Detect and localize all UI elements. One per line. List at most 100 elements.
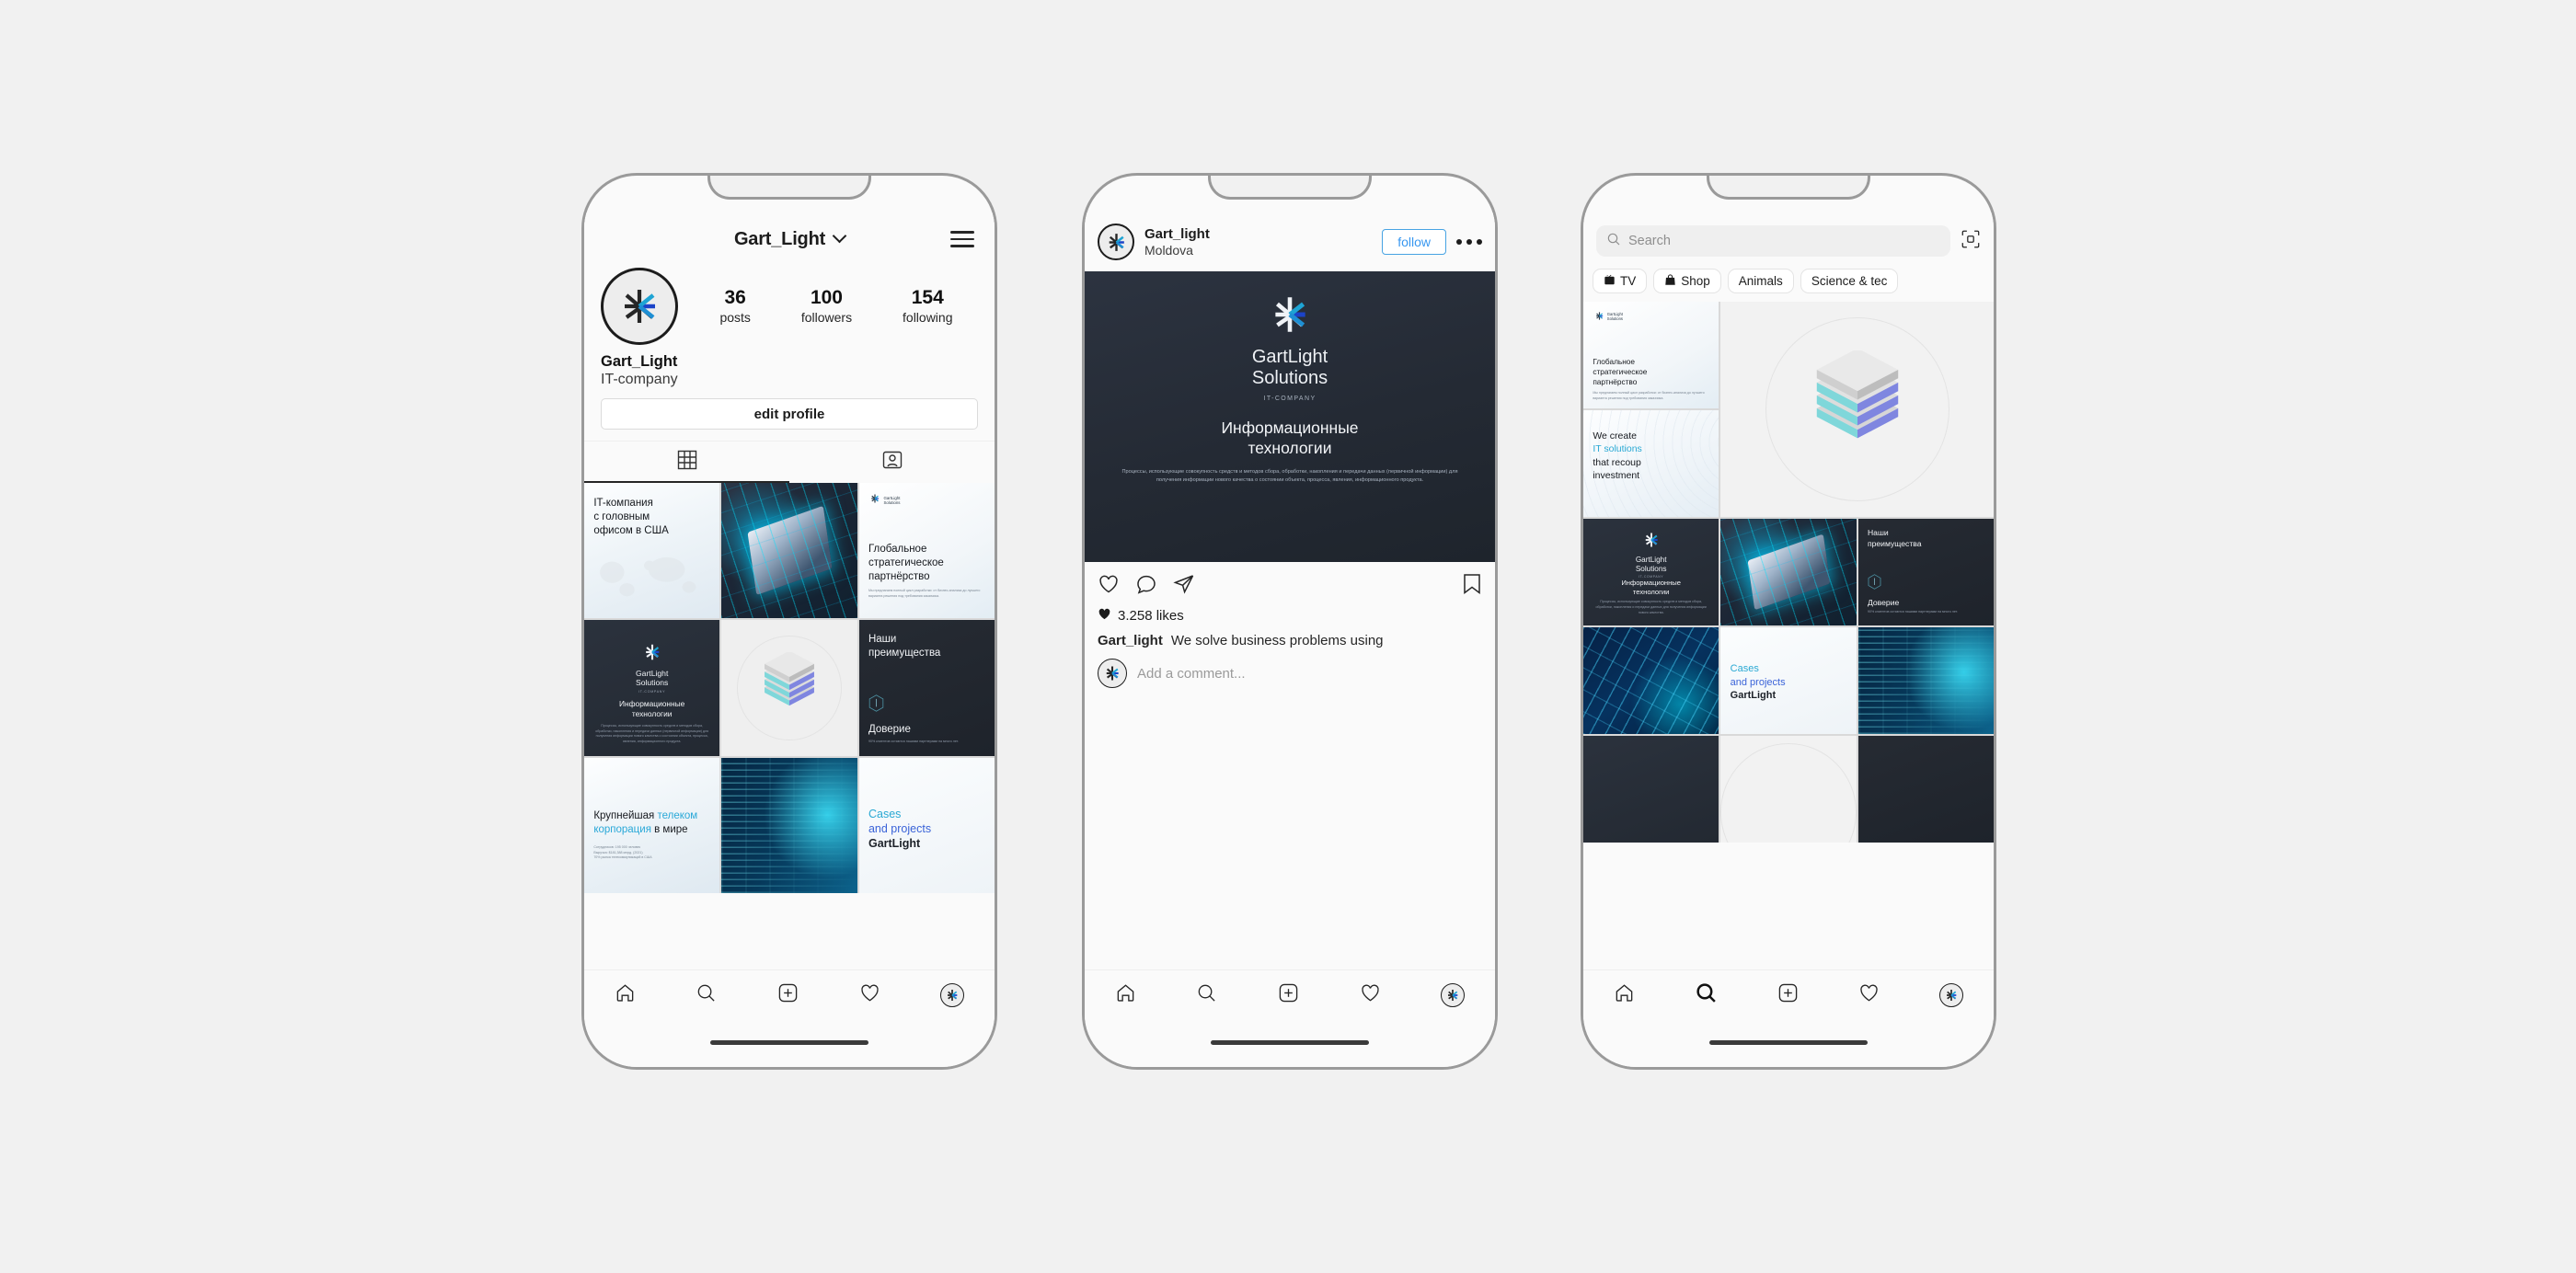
grid-post-cases[interactable]: Cases and projects GartLight <box>858 757 995 893</box>
search-input[interactable]: Search <box>1596 225 1950 257</box>
bottom-nav-feed <box>1085 969 1495 1019</box>
search-icon[interactable] <box>696 982 717 1008</box>
stat-followers-value: 100 <box>810 286 843 308</box>
stat-followers[interactable]: 100 followers <box>801 286 852 325</box>
grid-post-partnership[interactable]: GartLight Solutions Глобальное стратегиче… <box>858 483 995 619</box>
profile-title-wrap[interactable]: Gart_Light <box>734 228 847 250</box>
share-icon[interactable] <box>1173 573 1195 600</box>
explore-tile-chip[interactable] <box>1720 519 1857 625</box>
add-post-icon[interactable] <box>777 982 799 1008</box>
tab-grid[interactable] <box>584 442 789 483</box>
add-post-icon[interactable] <box>1777 982 1799 1008</box>
profile-avatar-icon[interactable] <box>940 982 965 1007</box>
tile-logo-label: GartLight Solutions <box>883 496 901 506</box>
heart-filled-icon <box>1098 607 1111 625</box>
tile-brand-sub: IT-COMPANY <box>638 689 666 694</box>
edit-profile-button[interactable]: edit profile <box>601 398 978 430</box>
chip-tv[interactable]: TV <box>1593 269 1648 293</box>
search-icon[interactable] <box>1695 981 1718 1009</box>
explore-tile-advantages[interactable]: Наши преимущества Доверие 90% клиентов о… <box>1857 519 1994 625</box>
bookmark-icon[interactable] <box>1462 573 1482 600</box>
add-comment-input[interactable]: Add a comment... <box>1137 666 1246 682</box>
tagged-person-icon <box>882 450 903 475</box>
grid-post-advantages[interactable]: Наши преимущества Доверие 90% клиентов о… <box>858 620 995 756</box>
hexagon-shield-icon <box>1868 574 1881 594</box>
explore-tile-info-tech[interactable]: GartLight Solutions IT-COMPANY Информаци… <box>1583 519 1719 625</box>
home-icon[interactable] <box>1614 982 1635 1008</box>
avatar[interactable] <box>1098 224 1134 260</box>
scan-code-icon[interactable] <box>1961 229 1981 254</box>
chip-shop[interactable]: Shop <box>1653 269 1721 293</box>
explore-tile-cube[interactable] <box>1720 302 1994 517</box>
tile-small-text: Мы предлагаем полный цикл разработки: от… <box>868 589 981 598</box>
grid-post-code[interactable] <box>721 757 857 893</box>
explore-tile-dark-a[interactable] <box>1583 736 1719 843</box>
avatar[interactable] <box>601 268 678 345</box>
stat-following-value: 154 <box>911 286 944 308</box>
post-image[interactable]: GartLight Solutions IT-COMPANY Информаци… <box>1085 271 1495 562</box>
tile-line-1: We create <box>1593 430 1637 442</box>
chip-science-tech[interactable]: Science & tec <box>1800 269 1899 293</box>
tab-tagged[interactable] <box>789 442 995 483</box>
explore-tile-code[interactable] <box>1857 627 1994 734</box>
heart-icon[interactable] <box>1098 573 1120 600</box>
explore-tile-cases[interactable]: Cases and projects GartLight <box>1720 627 1857 734</box>
home-icon[interactable] <box>615 982 636 1008</box>
chip-animals[interactable]: Animals <box>1727 269 1794 293</box>
explore-grid: GartLight Solutions Глобальное стратегиче… <box>1583 302 1994 843</box>
home-icon[interactable] <box>1115 982 1136 1008</box>
phone-notch <box>1707 176 1870 200</box>
stat-following-label: following <box>903 310 953 326</box>
tile-title-2: технологии <box>631 708 673 718</box>
tile-small-text: Процессы, использующие совокупность сред… <box>1595 600 1707 614</box>
grid-post-info-tech[interactable]: GartLight Solutions IT-COMPANY Информаци… <box>584 620 720 756</box>
gartlight-logo-icon <box>869 492 880 509</box>
tile-brand-line-2: Solutions <box>1635 564 1667 573</box>
follow-button[interactable]: follow <box>1382 229 1446 255</box>
grid-post-telecom[interactable]: Крупнейшая телеком корпорация в мире Сот… <box>584 757 720 893</box>
search-icon <box>1606 232 1621 251</box>
explore-tile-we-create[interactable]: We create IT solutions that recoup inves… <box>1583 410 1719 517</box>
grid-post-chip[interactable] <box>721 483 857 619</box>
tile-sub-title: Доверие <box>1867 597 1900 607</box>
phone-notch <box>1208 176 1372 200</box>
stat-following[interactable]: 154 following <box>903 286 953 326</box>
stat-posts[interactable]: 36 posts <box>719 287 750 325</box>
explore-tile-partnership[interactable]: GartLight Solutions Глобальное стратегиче… <box>1583 302 1719 408</box>
post-brand-line-2: Solutions <box>1251 368 1328 389</box>
world-map-graphic <box>589 545 715 614</box>
edit-profile-row: edit profile <box>584 388 995 430</box>
tile-line-3: партнёрство <box>868 571 930 583</box>
tile-line-3: партнёрство <box>1593 377 1638 387</box>
add-comment-row: Add a comment... <box>1085 648 1495 698</box>
comment-icon[interactable] <box>1135 573 1157 600</box>
profile-avatar-icon[interactable] <box>1441 982 1466 1007</box>
heart-icon[interactable] <box>1858 982 1880 1008</box>
profile-avatar-icon[interactable] <box>1939 982 1964 1007</box>
search-icon[interactable] <box>1196 982 1217 1008</box>
gartlight-logo-icon <box>642 644 662 666</box>
explore-tile-light-a[interactable] <box>1720 736 1857 843</box>
heart-icon[interactable] <box>1360 982 1381 1008</box>
bottom-nav-profile <box>584 969 995 1019</box>
add-post-icon[interactable] <box>1278 982 1299 1008</box>
shopping-bag-icon <box>1664 273 1676 289</box>
grid-post-usa-office[interactable]: IT-компания с головным офисом в США <box>584 483 720 619</box>
caption-username[interactable]: Gart_light <box>1098 633 1163 648</box>
tile-line-2: стратегическое <box>868 556 944 568</box>
explore-tile-board[interactable] <box>1583 627 1719 734</box>
phone-feed: Gart_light Moldova follow GartLight Solu… <box>1082 173 1498 1070</box>
grid-post-cube[interactable] <box>721 620 857 756</box>
chip-label: Science & tec <box>1811 274 1888 288</box>
post-username[interactable]: Gart_light <box>1144 226 1372 243</box>
tile-line-1: Крупнейшая телеком <box>593 809 698 821</box>
hamburger-menu-icon[interactable] <box>950 231 974 247</box>
heart-icon[interactable] <box>859 982 880 1008</box>
tile-line-2: корпорация в мире <box>593 823 688 835</box>
tile-brand-line-2: Solutions <box>635 678 669 688</box>
more-options-icon[interactable] <box>1456 239 1482 245</box>
post-location[interactable]: Moldova <box>1144 243 1372 258</box>
explore-tile-dark-b[interactable] <box>1857 736 1994 843</box>
post-body-text: Процессы, использующие совокупность сред… <box>1121 468 1458 484</box>
profile-screen: Gart_Light 36 posts 100 followers 154 fo… <box>584 212 995 1067</box>
